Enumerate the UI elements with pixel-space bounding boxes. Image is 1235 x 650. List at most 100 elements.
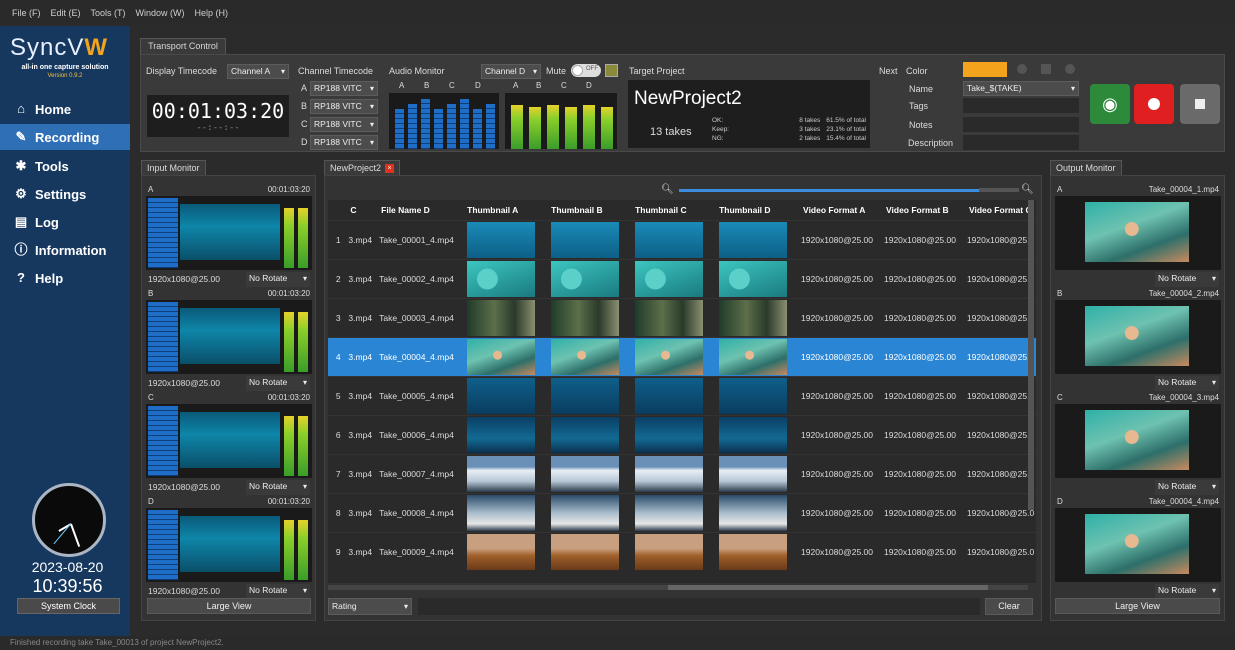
- table-row[interactable]: 4 3.mp4 Take_00004_4.mp4 1920x1080@25.00 192…: [328, 336, 1036, 376]
- stop-button[interactable]: [1180, 84, 1220, 124]
- input-video-preview[interactable]: [146, 508, 312, 582]
- mute-indicator-icon[interactable]: [605, 64, 618, 77]
- thumbnail-image[interactable]: [551, 533, 620, 570]
- color-option-icon[interactable]: [1065, 64, 1075, 74]
- table-row[interactable]: 8 3.mp4 Take_00008_4.mp4 1920x1080@25.00 192…: [328, 492, 1036, 532]
- menu-tools[interactable]: Tools (T): [91, 8, 126, 18]
- tab-transport-control[interactable]: Transport Control: [140, 38, 226, 54]
- thumbnail-image[interactable]: [467, 260, 536, 297]
- input-large-view-button[interactable]: Large View: [147, 598, 311, 614]
- table-row[interactable]: 2 3.mp4 Take_00002_4.mp4 1920x1080@25.00 192…: [328, 258, 1036, 298]
- channel-c-timecode-select[interactable]: RP188 VITC: [310, 117, 378, 132]
- output-video-preview[interactable]: [1055, 508, 1221, 582]
- menu-help[interactable]: Help (H): [195, 8, 229, 18]
- col-header-video-format-c[interactable]: Video Format C: [964, 200, 1036, 220]
- thumbnail-image[interactable]: [467, 299, 536, 336]
- table-row[interactable]: 5 3.mp4 Take_00005_4.mp4 1920x1080@25.00 192…: [328, 375, 1036, 415]
- table-horizontal-scrollbar[interactable]: [328, 585, 1028, 590]
- thumbnail-image[interactable]: [467, 455, 536, 492]
- tab-input-monitor[interactable]: Input Monitor: [141, 160, 206, 175]
- nav-information[interactable]: ⓘ Information: [0, 237, 130, 263]
- zoom-in-icon[interactable]: 🔍︎: [1021, 184, 1034, 195]
- thumbnail-image[interactable]: [719, 260, 788, 297]
- col-header-video-format-a[interactable]: Video Format A: [799, 200, 882, 220]
- thumbnail-image[interactable]: [551, 260, 620, 297]
- thumbnail-image[interactable]: [719, 533, 788, 570]
- rating-filter-select[interactable]: Rating: [328, 598, 412, 615]
- rotate-select[interactable]: No Rotate: [246, 583, 310, 599]
- col-header-thumbnail-b[interactable]: Thumbnail B: [547, 200, 632, 220]
- thumbnail-image[interactable]: [467, 416, 536, 453]
- thumbnail-image[interactable]: [635, 533, 704, 570]
- output-video-preview[interactable]: [1055, 196, 1221, 270]
- thumbnail-image[interactable]: [635, 299, 704, 336]
- nav-home[interactable]: ⌂ Home: [0, 96, 130, 122]
- thumbnail-image[interactable]: [719, 377, 788, 414]
- thumbnail-image[interactable]: [551, 299, 620, 336]
- thumbnail-image[interactable]: [719, 494, 788, 531]
- thumbnail-image[interactable]: [551, 455, 620, 492]
- rotate-select[interactable]: No Rotate: [1155, 375, 1219, 391]
- thumbnail-image[interactable]: [467, 533, 536, 570]
- color-option-icon[interactable]: [1041, 64, 1051, 74]
- table-row[interactable]: 1 3.mp4 Take_00001_4.mp4 1920x1080@25.00 192…: [328, 219, 1036, 259]
- nav-settings[interactable]: ⚙ Settings: [0, 181, 130, 207]
- channel-a-timecode-select[interactable]: RP188 VITC: [310, 81, 378, 96]
- thumbnail-image[interactable]: [551, 416, 620, 453]
- thumbnail-image[interactable]: [635, 377, 704, 414]
- audio-channel-select[interactable]: Channel D: [481, 64, 541, 79]
- menu-edit[interactable]: Edit (E): [51, 8, 81, 18]
- input-video-preview[interactable]: [146, 196, 312, 270]
- output-video-preview[interactable]: [1055, 404, 1221, 478]
- display-channel-select[interactable]: Channel A: [227, 64, 289, 79]
- record-button[interactable]: [1134, 84, 1174, 124]
- description-field[interactable]: [963, 135, 1079, 150]
- thumbnail-image[interactable]: [635, 494, 704, 531]
- thumbnail-image[interactable]: [719, 455, 788, 492]
- channel-b-timecode-select[interactable]: RP188 VITC: [310, 99, 378, 114]
- thumbnail-image[interactable]: [635, 416, 704, 453]
- input-video-preview[interactable]: [146, 404, 312, 478]
- color-option-icon[interactable]: [1017, 64, 1027, 74]
- table-row[interactable]: 7 3.mp4 Take_00007_4.mp4 1920x1080@25.00 192…: [328, 453, 1036, 493]
- thumbnail-image[interactable]: [551, 338, 620, 375]
- thumbnail-image[interactable]: [467, 221, 536, 258]
- thumbnail-image[interactable]: [635, 260, 704, 297]
- rotate-select[interactable]: No Rotate: [1155, 479, 1219, 495]
- mute-toggle[interactable]: OFF: [571, 64, 601, 77]
- thumbnail-image[interactable]: [719, 416, 788, 453]
- rotate-select[interactable]: No Rotate: [1155, 583, 1219, 599]
- close-tab-icon[interactable]: ×: [385, 163, 395, 173]
- rotate-select[interactable]: No Rotate: [1155, 271, 1219, 287]
- channel-d-timecode-select[interactable]: RP188 VITC: [310, 135, 378, 150]
- nav-recording[interactable]: ✎ Recording: [0, 124, 130, 150]
- tags-field[interactable]: [963, 98, 1079, 113]
- thumbnail-image[interactable]: [635, 455, 704, 492]
- notes-field[interactable]: [963, 117, 1079, 132]
- thumbnail-image[interactable]: [467, 494, 536, 531]
- table-row[interactable]: 6 3.mp4 Take_00006_4.mp4 1920x1080@25.00 192…: [328, 414, 1036, 454]
- name-field[interactable]: Take_$(TAKE): [963, 81, 1079, 96]
- input-video-preview[interactable]: [146, 300, 312, 374]
- thumbnail-image[interactable]: [635, 221, 704, 258]
- output-video-preview[interactable]: [1055, 300, 1221, 374]
- thumbnail-image[interactable]: [719, 338, 788, 375]
- table-row[interactable]: 3 3.mp4 Take_00003_4.mp4 1920x1080@25.00 192…: [328, 297, 1036, 337]
- rotate-select[interactable]: No Rotate: [246, 479, 310, 495]
- thumbnail-image[interactable]: [551, 494, 620, 531]
- thumbnail-image[interactable]: [467, 338, 536, 375]
- menu-file[interactable]: File (F): [12, 8, 41, 18]
- zoom-out-icon[interactable]: 🔍︎: [661, 184, 674, 195]
- thumbnail-image[interactable]: [719, 299, 788, 336]
- col-header-file-name-d[interactable]: File Name D: [377, 200, 464, 220]
- menu-window[interactable]: Window (W): [136, 8, 185, 18]
- rotate-select[interactable]: No Rotate: [246, 375, 310, 391]
- system-clock-button[interactable]: System Clock: [17, 598, 120, 614]
- table-vertical-scrollbar[interactable]: [1028, 200, 1034, 510]
- nav-log[interactable]: ▤ Log: [0, 209, 130, 235]
- zoom-slider[interactable]: [679, 189, 979, 192]
- thumbnail-image[interactable]: [467, 377, 536, 414]
- clear-button[interactable]: Clear: [985, 598, 1033, 615]
- color-swatch[interactable]: [963, 62, 1007, 77]
- output-large-view-button[interactable]: Large View: [1055, 598, 1220, 614]
